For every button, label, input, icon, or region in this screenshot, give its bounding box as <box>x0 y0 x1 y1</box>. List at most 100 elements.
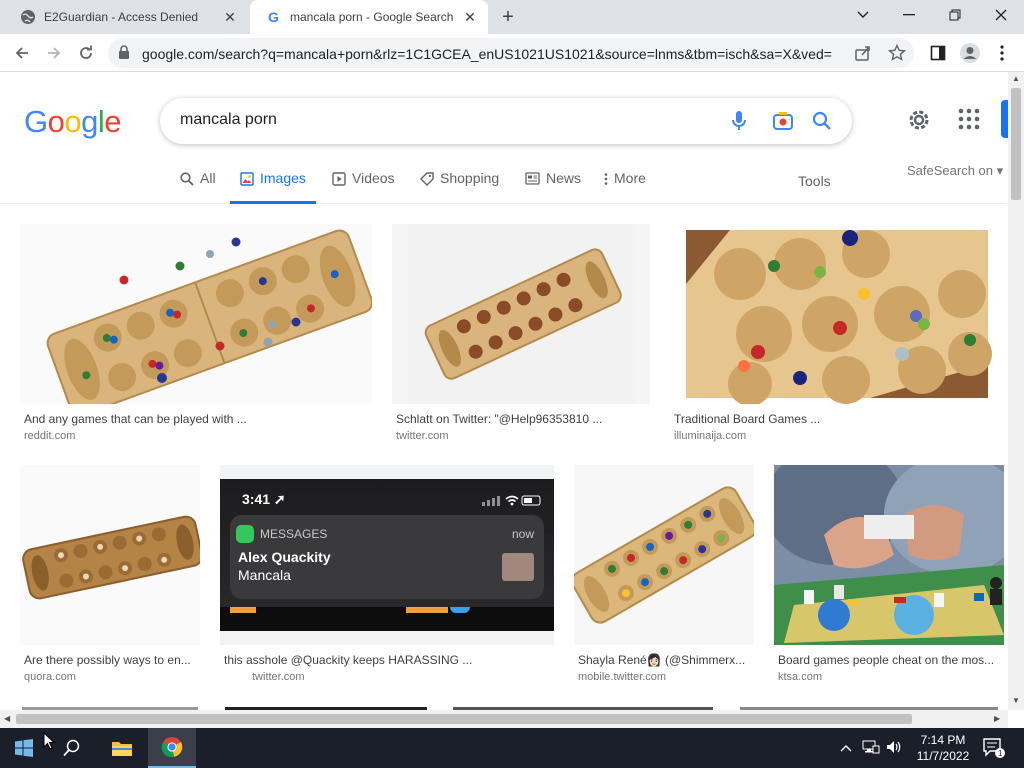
result-caption[interactable]: this asshole @Quackity keeps HARASSING .… <box>224 653 554 667</box>
close-tab-icon[interactable]: ✕ <box>220 7 240 27</box>
phone-status-icons <box>482 493 542 511</box>
result-image-mancala-board[interactable] <box>20 224 372 404</box>
file-explorer-button[interactable] <box>98 728 146 768</box>
search-icon[interactable] <box>810 109 834 133</box>
vertical-scrollbar[interactable]: ▲ ▼ <box>1008 72 1024 710</box>
tab-more[interactable]: More <box>604 170 646 204</box>
scrollbar-thumb[interactable] <box>16 714 912 724</box>
news-icon <box>525 172 540 188</box>
tab-google-search[interactable]: G mancala porn - Google Search ✕ <box>250 0 488 34</box>
back-button[interactable] <box>8 39 36 67</box>
volume-icon[interactable] <box>886 740 902 757</box>
notification-sender: Alex Quackity <box>238 549 331 565</box>
search-query-text[interactable]: mancala porn <box>180 111 277 129</box>
result-caption[interactable]: Schlatt on Twitter: "@Help96353810 ... <box>396 412 646 426</box>
chrome-taskbar-button[interactable] <box>148 728 196 768</box>
search-box[interactable]: mancala porn <box>160 98 852 144</box>
result-source: twitter.com <box>396 430 449 442</box>
tab-label: All <box>200 170 216 186</box>
close-tab-icon[interactable]: ✕ <box>460 7 480 27</box>
start-button[interactable] <box>0 728 48 768</box>
show-hidden-icons-icon[interactable] <box>840 740 852 755</box>
microphone-icon[interactable] <box>727 109 751 133</box>
search-taskbar-button[interactable] <box>48 728 96 768</box>
google-logo[interactable]: Google <box>24 104 122 140</box>
logo-letter: o <box>64 104 82 139</box>
profile-avatar-icon[interactable] <box>956 39 984 67</box>
minimize-button[interactable] <box>886 0 932 30</box>
network-icon[interactable] <box>862 740 880 757</box>
result-caption[interactable]: Traditional Board Games ... <box>674 412 994 426</box>
more-vert-icon <box>604 172 608 189</box>
windows-logo-icon <box>15 739 33 757</box>
chrome-menu-icon[interactable] <box>988 39 1016 67</box>
phone-screenshot: 3:41 ➚ MESSAGES now Alex Quackity Mancal… <box>220 479 554 631</box>
result-caption[interactable]: Board games people cheat on the mos... <box>778 653 1000 667</box>
notification-card: MESSAGES now Alex Quackity Mancala <box>230 515 544 599</box>
result-image-mancala-board[interactable] <box>392 224 650 404</box>
tab-news[interactable]: News <box>525 170 581 204</box>
result-caption[interactable]: Are there possibly ways to en... <box>24 653 196 667</box>
result-image-board-game-players[interactable] <box>774 465 1004 645</box>
tab-title: E2Guardian - Access Denied <box>44 10 199 24</box>
tab-videos[interactable]: Videos <box>332 170 395 204</box>
side-panel-icon[interactable] <box>924 39 952 67</box>
result-image-mancala-board[interactable] <box>20 465 200 645</box>
tab-images[interactable]: Images <box>230 170 316 204</box>
horizontal-scrollbar[interactable]: ◀ ▶ <box>0 710 1008 728</box>
tab-all[interactable]: All <box>180 170 216 204</box>
folder-icon <box>112 742 132 756</box>
tab-search-icon[interactable] <box>840 0 886 30</box>
scroll-left-arrow-icon[interactable]: ◀ <box>4 714 10 723</box>
search-icon <box>63 739 80 757</box>
play-icon <box>332 172 346 189</box>
notification-center-button[interactable]: 1 <box>983 738 1005 761</box>
result-caption[interactable]: Shayla René👩🏻 (@Shimmerx... <box>578 653 750 667</box>
result-caption[interactable]: And any games that can be played with ..… <box>24 412 368 426</box>
image-icon <box>240 172 254 189</box>
google-apps-icon[interactable] <box>958 108 980 135</box>
system-clock[interactable]: 7:14 PM 11/7/2022 <box>910 732 976 764</box>
camera-lens-icon[interactable] <box>771 109 795 133</box>
scrollbar-thumb[interactable] <box>1011 88 1021 200</box>
tab-shopping[interactable]: Shopping <box>420 170 499 204</box>
bookmark-star-icon[interactable] <box>887 43 907 67</box>
tab-label: News <box>546 170 582 186</box>
result-source: quora.com <box>24 671 76 683</box>
scroll-down-arrow-icon[interactable]: ▼ <box>1012 696 1020 705</box>
google-favicon-icon: G <box>266 9 282 25</box>
settings-gear-icon[interactable] <box>906 107 932 138</box>
forward-button[interactable] <box>40 39 68 67</box>
scroll-up-arrow-icon[interactable]: ▲ <box>1012 74 1020 83</box>
result-source: reddit.com <box>24 430 76 442</box>
result-image-phone-notification[interactable]: 3:41 ➚ MESSAGES now Alex Quackity Mancal… <box>220 465 554 645</box>
logo-letter: o <box>47 104 65 139</box>
tag-icon <box>420 172 434 189</box>
result-image-board-game-closeup[interactable] <box>670 224 1004 404</box>
share-icon[interactable] <box>854 44 872 67</box>
scroll-right-arrow-icon[interactable]: ▶ <box>994 714 1000 723</box>
clock-date: 11/7/2022 <box>916 749 970 763</box>
new-tab-button[interactable]: + <box>496 6 520 28</box>
address-bar[interactable]: google.com/search?q=mancala+porn&rlz=1C1… <box>108 38 914 68</box>
tab-e2guardian[interactable]: E2Guardian - Access Denied ✕ <box>4 0 248 34</box>
lock-icon[interactable] <box>118 45 130 65</box>
tab-label: Shopping <box>440 170 500 186</box>
svg-text:G: G <box>268 9 279 25</box>
close-window-button[interactable] <box>978 0 1024 30</box>
logo-letter: G <box>24 104 48 139</box>
clock-time: 7:14 PM <box>920 733 966 747</box>
reload-button[interactable] <box>72 39 100 67</box>
result-source: twitter.com <box>252 671 305 683</box>
safesearch-dropdown[interactable]: SafeSearch on ▾ <box>907 163 1003 179</box>
tools-button[interactable]: Tools <box>798 173 831 189</box>
tab-label: More <box>614 170 646 186</box>
tab-title: mancala porn - Google Search <box>290 10 454 24</box>
url-text: google.com/search?q=mancala+porn&rlz=1C1… <box>142 46 832 62</box>
result-source: ktsa.com <box>778 671 823 683</box>
mouse-cursor-icon <box>43 731 56 755</box>
notification-message: Mancala <box>238 567 291 583</box>
search-icon <box>180 172 194 189</box>
result-image-mancala-board[interactable] <box>574 465 754 645</box>
restore-button[interactable] <box>932 0 978 30</box>
